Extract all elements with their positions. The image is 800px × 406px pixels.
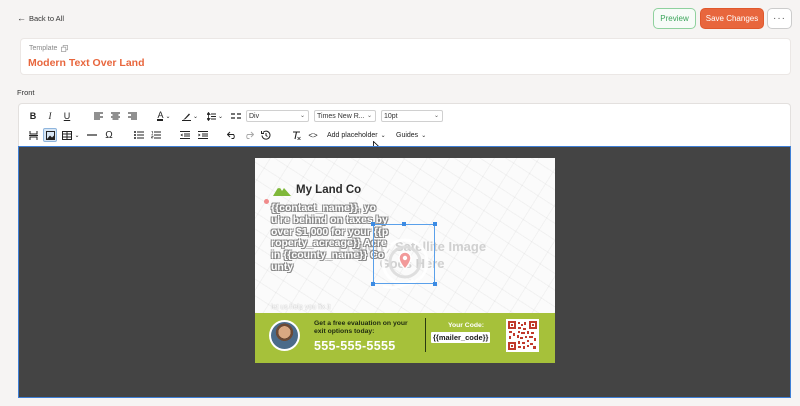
resize-handle[interactable] xyxy=(433,282,437,286)
bullet-list-icon[interactable] xyxy=(133,128,145,142)
qr-code-icon xyxy=(506,319,539,352)
cta-text[interactable]: Get a free evaluation on your exit optio… xyxy=(314,320,418,336)
resize-handle[interactable] xyxy=(402,222,406,226)
line-height-icon xyxy=(206,111,216,121)
resize-handle[interactable] xyxy=(371,222,375,226)
source-code-button[interactable]: <> xyxy=(306,128,320,142)
back-to-all-link[interactable]: ← Back to All xyxy=(17,13,64,23)
bold-button[interactable]: B xyxy=(27,109,39,123)
chevron-down-icon: ⌄ xyxy=(366,113,372,119)
company-logo[interactable]: My Land Co xyxy=(273,184,361,196)
copy-icon[interactable] xyxy=(61,45,69,52)
chevron-down-icon: ⌄ xyxy=(433,113,439,119)
guides-dropdown[interactable]: Guides ⌄ xyxy=(396,128,426,142)
code-label: Your Code: xyxy=(447,322,485,329)
postcard-subtext[interactable]: let us help you fix it xyxy=(271,304,331,311)
logo-text: My Land Co xyxy=(296,184,362,196)
table-icon xyxy=(62,130,73,140)
resize-handle[interactable] xyxy=(433,222,437,226)
indent-options-icon[interactable] xyxy=(230,109,242,123)
back-label: Back to All xyxy=(29,13,65,23)
indent-icon[interactable] xyxy=(197,128,209,142)
horizontal-line-icon[interactable] xyxy=(86,128,98,142)
chevron-down-icon: ⌄ xyxy=(421,132,427,139)
outdent-icon[interactable] xyxy=(179,128,191,142)
chevron-down-icon: ⌄ xyxy=(380,132,386,139)
selection-box[interactable] xyxy=(373,224,435,284)
save-changes-button[interactable]: Save Changes xyxy=(700,8,764,29)
more-options-button[interactable]: ··· xyxy=(767,8,792,29)
insert-table-button[interactable]: ⌄ xyxy=(61,128,81,142)
add-placeholder-label: Add placeholder xyxy=(327,131,378,139)
underline-button[interactable]: U xyxy=(61,109,73,123)
editor-canvas[interactable]: My Land Co Property Satellite Image Goes… xyxy=(18,146,791,398)
special-character-button[interactable]: Ω xyxy=(103,128,115,142)
chevron-down-icon: ⌄ xyxy=(192,113,199,120)
phone-number[interactable]: 555-555-5555 xyxy=(314,339,395,353)
highlighter-icon xyxy=(181,113,191,121)
numbered-list-icon[interactable] xyxy=(150,128,162,142)
chevron-down-icon: ⌄ xyxy=(217,113,224,120)
image-icon xyxy=(45,130,55,140)
footer-divider xyxy=(425,318,426,352)
postcard-front[interactable]: My Land Co Property Satellite Image Goes… xyxy=(255,158,555,363)
font-family-value: Times New R... xyxy=(317,112,365,120)
agent-avatar xyxy=(269,320,300,351)
editor-toolbar: B I U A ⌄ ⌄ ⌄ Div ⌄ Times New R... ⌄ 10p… xyxy=(18,103,791,146)
chevron-down-icon: ⌄ xyxy=(74,132,80,139)
preview-button[interactable]: Preview xyxy=(653,8,696,29)
mountain-logo-icon xyxy=(273,186,291,196)
insert-image-button[interactable] xyxy=(43,128,57,142)
template-label: Template xyxy=(29,45,58,52)
postcard-body-text[interactable]: {{contact_name}}, you're behind on taxes… xyxy=(271,202,389,274)
italic-button[interactable]: I xyxy=(44,109,56,123)
postcard-footer-bar: Get a free evaluation on your exit optio… xyxy=(255,313,555,363)
text-color-icon: A xyxy=(157,110,164,121)
text-color-button[interactable]: A ⌄ xyxy=(154,109,174,123)
align-center-icon[interactable] xyxy=(109,109,121,123)
anchor-dot xyxy=(264,199,269,204)
page-break-icon[interactable] xyxy=(27,128,39,142)
font-family-select[interactable]: Times New R... ⌄ xyxy=(314,110,376,122)
mailer-code[interactable]: {{mailer_code}} xyxy=(431,332,491,343)
template-label-row: Template xyxy=(29,45,69,52)
chevron-down-icon: ⌄ xyxy=(299,113,305,119)
history-icon[interactable] xyxy=(260,128,272,142)
template-name[interactable]: Modern Text Over Land xyxy=(28,57,145,69)
font-size-value: 10pt xyxy=(384,112,398,120)
highlight-color-button[interactable]: ⌄ xyxy=(180,109,200,123)
template-card: Template Modern Text Over Land xyxy=(20,38,791,75)
add-placeholder-dropdown[interactable]: Add placeholder ⌄ xyxy=(327,128,386,142)
align-right-icon[interactable] xyxy=(126,109,138,123)
arrow-left-icon: ← xyxy=(17,13,26,23)
clear-formatting-icon[interactable] xyxy=(290,128,302,142)
align-left-icon[interactable] xyxy=(92,109,104,123)
line-height-button[interactable]: ⌄ xyxy=(205,109,225,123)
undo-icon[interactable] xyxy=(226,128,238,142)
block-format-select[interactable]: Div ⌄ xyxy=(246,110,309,122)
redo-icon[interactable] xyxy=(243,128,255,142)
resize-handle[interactable] xyxy=(371,282,375,286)
guides-label: Guides xyxy=(396,131,419,139)
font-size-select[interactable]: 10pt ⌄ xyxy=(381,110,443,122)
chevron-down-icon: ⌄ xyxy=(165,113,171,120)
block-format-value: Div xyxy=(249,112,260,120)
front-section-label: Front xyxy=(17,88,35,97)
